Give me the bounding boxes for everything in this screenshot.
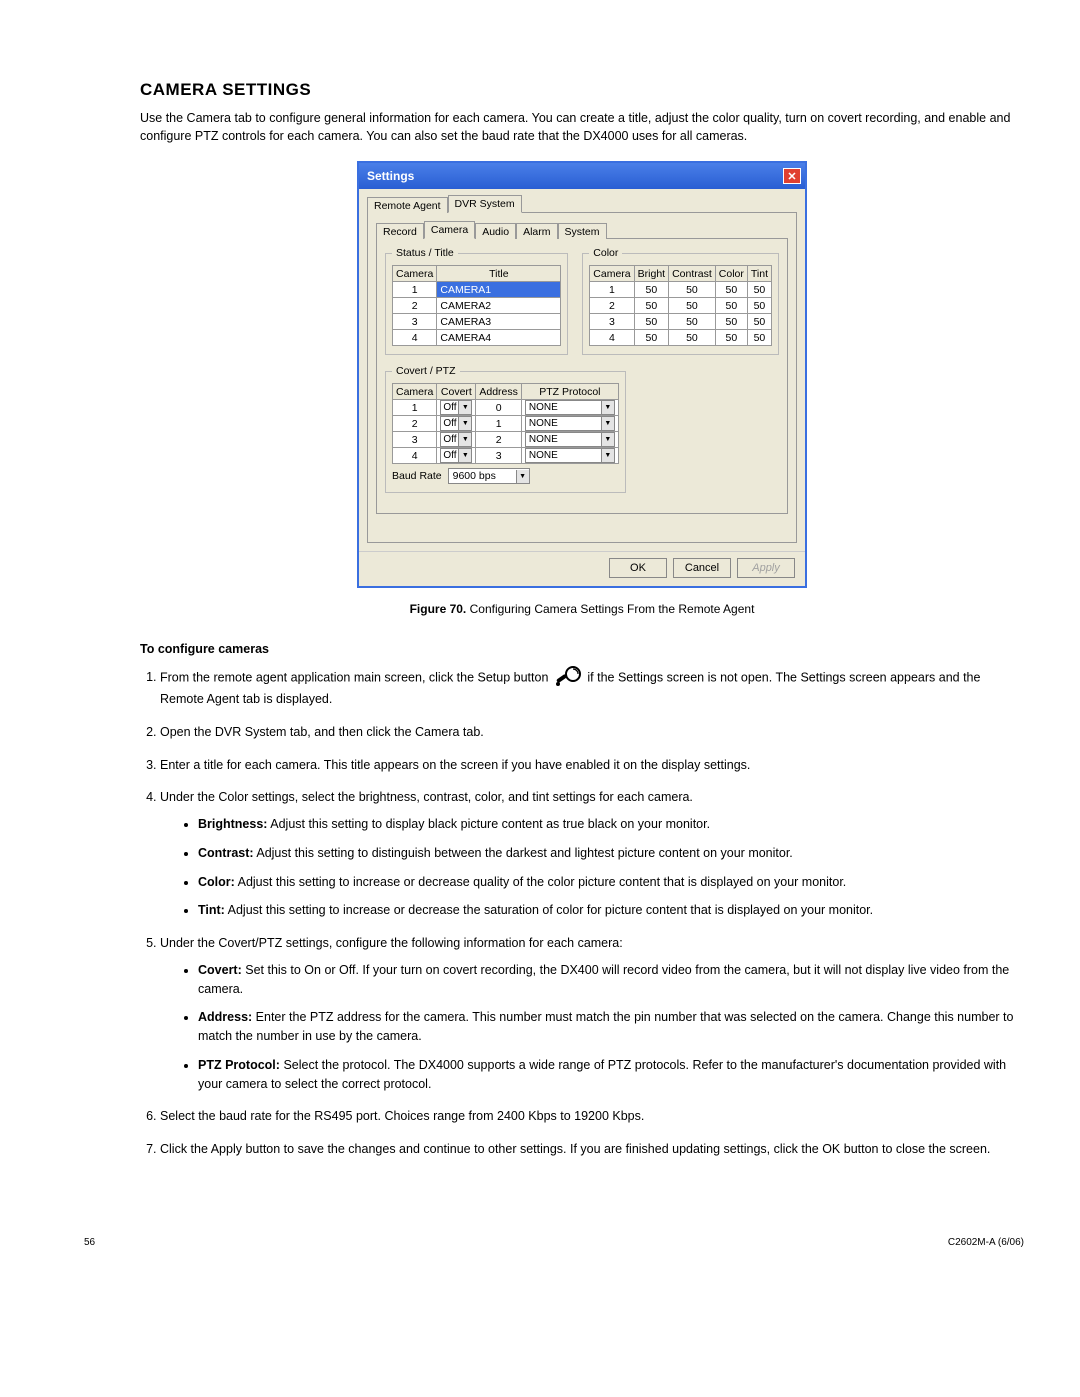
ptz-protocol-select: NONE▼ [525, 432, 615, 447]
table-row: 4CAMERA4 [393, 330, 561, 346]
bullet: Contrast: Adjust this setting to disting… [198, 844, 1024, 863]
tab-audio[interactable]: Audio [475, 223, 516, 239]
baud-rate-label: Baud Rate [392, 470, 442, 482]
step-6: Select the baud rate for the RS495 port.… [160, 1107, 1024, 1126]
baud-rate-select[interactable]: 9600 bps ▼ [448, 468, 530, 484]
bullet: Address: Enter the PTZ address for the c… [198, 1008, 1024, 1046]
bullet: PTZ Protocol: Select the protocol. The D… [198, 1056, 1024, 1094]
chevron-down-icon: ▼ [458, 401, 471, 414]
table-row: 3CAMERA3 [393, 314, 561, 330]
chevron-down-icon: ▼ [458, 433, 471, 446]
setup-wrench-icon [554, 666, 582, 690]
page-heading: CAMERA SETTINGS [140, 80, 1024, 100]
covert-select: Off▼ [440, 400, 472, 415]
bullet: Tint: Adjust this setting to increase or… [198, 901, 1024, 920]
step-4: Under the Color settings, select the bri… [160, 788, 1024, 920]
table-row: 250505050 [590, 298, 772, 314]
table-row: 3 Off▼ 2 NONE▼ [393, 432, 619, 448]
cancel-button[interactable]: Cancel [673, 558, 731, 578]
apply-button[interactable]: Apply [737, 558, 795, 578]
step-2: Open the DVR System tab, and then click … [160, 723, 1024, 742]
chevron-down-icon: ▼ [458, 449, 471, 462]
tab-dvr-system[interactable]: DVR System [448, 195, 522, 213]
table-row: 350505050 [590, 314, 772, 330]
close-icon[interactable]: ✕ [783, 168, 801, 184]
bullet: Brightness: Adjust this setting to displ… [198, 815, 1024, 834]
table-row: 150505050 [590, 282, 772, 298]
table-row: 1 Off▼ 0 NONE▼ [393, 400, 619, 416]
step-7: Click the Apply button to save the chang… [160, 1140, 1024, 1159]
ok-button[interactable]: OK [609, 558, 667, 578]
figure-caption: Figure 70. Configuring Camera Settings F… [140, 602, 1024, 616]
dialog-title: Settings [367, 169, 414, 183]
page-number: 56 [84, 1237, 95, 1248]
tab-remote-agent[interactable]: Remote Agent [367, 197, 448, 213]
doc-id: C2602M-A (6/06) [948, 1237, 1024, 1248]
chevron-down-icon: ▼ [458, 417, 471, 430]
ptz-protocol-select: NONE▼ [525, 416, 615, 431]
table-row: 450505050 [590, 330, 772, 346]
table-row: 2 Off▼ 1 NONE▼ [393, 416, 619, 432]
chevron-down-icon: ▼ [601, 433, 614, 446]
covert-select: Off▼ [440, 448, 472, 463]
ptz-protocol-select: NONE▼ [525, 400, 615, 415]
step-1: From the remote agent application main s… [160, 666, 1024, 709]
chevron-down-icon: ▼ [601, 449, 614, 462]
tab-system[interactable]: System [558, 223, 607, 239]
subheading: To configure cameras [140, 642, 1024, 656]
covert-select: Off▼ [440, 416, 472, 431]
table-row: 4 Off▼ 3 NONE▼ [393, 448, 619, 464]
bullet: Color: Adjust this setting to increase o… [198, 873, 1024, 892]
bullet: Covert: Set this to On or Off. If your t… [198, 961, 1024, 999]
intro-text: Use the Camera tab to configure general … [140, 110, 1024, 145]
chevron-down-icon: ▼ [516, 470, 529, 483]
tab-record[interactable]: Record [376, 223, 424, 239]
steps-list: From the remote agent application main s… [160, 666, 1024, 1159]
table-row: 2CAMERA2 [393, 298, 561, 314]
tab-alarm[interactable]: Alarm [516, 223, 557, 239]
status-title-legend: Status / Title [392, 247, 458, 259]
dialog-titlebar: Settings ✕ [359, 163, 805, 189]
chevron-down-icon: ▼ [601, 401, 614, 414]
table-row: 1CAMERA1 [393, 282, 561, 298]
tab-camera[interactable]: Camera [424, 221, 475, 239]
chevron-down-icon: ▼ [601, 417, 614, 430]
color-table: Camera Bright Contrast Color Tint 150505… [589, 265, 772, 346]
covert-select: Off▼ [440, 432, 472, 447]
dialog-screenshot: Settings ✕ Remote Agent DVR System Recor… [140, 161, 1024, 588]
covert-ptz-table: Camera Covert Address PTZ Protocol 1 Off… [392, 383, 619, 464]
ptz-protocol-select: NONE▼ [525, 448, 615, 463]
covert-ptz-legend: Covert / PTZ [392, 365, 460, 377]
step-5: Under the Covert/PTZ settings, configure… [160, 934, 1024, 1093]
color-legend: Color [589, 247, 622, 259]
status-title-table: Camera Title 1CAMERA1 2CAMERA2 3CAMERA3 … [392, 265, 561, 346]
step-3: Enter a title for each camera. This titl… [160, 756, 1024, 775]
